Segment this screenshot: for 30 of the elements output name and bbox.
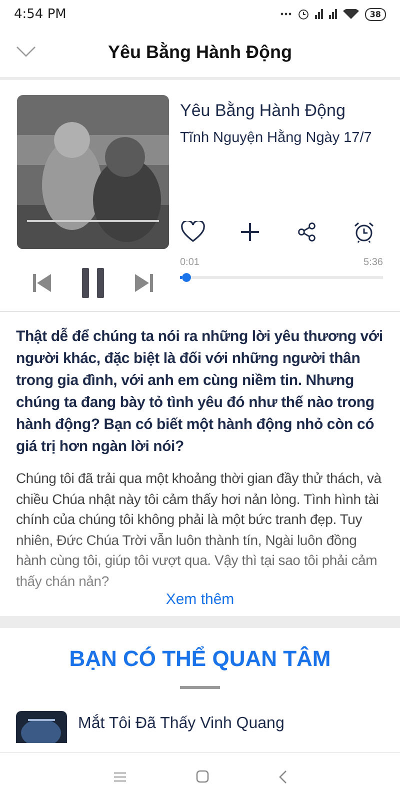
plus-icon bbox=[240, 222, 260, 242]
status-time: 4:54 PM bbox=[14, 6, 66, 22]
total-duration: 5:36 bbox=[364, 257, 383, 268]
track-subtitle: Tĩnh Nguyện Hằng Ngày 17/7 bbox=[180, 130, 373, 146]
section-heading: BẠN CÓ THỂ QUAN TÂM bbox=[69, 646, 331, 672]
description-lead: Thật dễ để chúng ta nói ra những lời yêu thương với người khác, đặc biệt là đối với những người thân trong gia đình, với anh em cùng niềm tin. Nhưng chúng ta đang bày tỏ tình yêu đó như thế nào trong hành động? Bạn có biết một hành động nhỏ còn có giá trị hơn ngàn lời nói? bbox=[16, 326, 384, 457]
progress-track[interactable] bbox=[180, 273, 383, 282]
signal-icon bbox=[328, 9, 337, 19]
description-body: Chúng tôi đã trải qua một khoảng thời gian đầy thử thách, và chiều Chúa nhật này tôi cảm thấy hơi nản lòng. Tình hình tài chính của chúng tôi không phải là một bức tranh đẹp. Tuy nhiên, Đức Chúa Trời vẫn luôn thành tín, Ngài luôn đồng hành cùng tôi, giúp tôi vượt qua. Vậy thì tại sao tôi phải cảm thấy chán nản? bbox=[16, 469, 382, 591]
menu-icon[interactable] bbox=[114, 772, 126, 782]
back-icon[interactable] bbox=[278, 770, 286, 784]
alarm-icon bbox=[298, 8, 309, 20]
collapse-chevron-icon[interactable] bbox=[16, 46, 36, 58]
pause-button[interactable] bbox=[79, 267, 107, 299]
wifi-icon bbox=[342, 9, 359, 19]
track-title: Yêu Bằng Hành Động bbox=[180, 101, 346, 121]
suggestion-title[interactable]: Mắt Tôi Đã Thấy Vinh Quang bbox=[78, 715, 284, 743]
elapsed-time: 0:01 bbox=[180, 257, 200, 268]
battery-level: 38 bbox=[364, 8, 386, 20]
see-more-link[interactable]: Xem thêm bbox=[166, 591, 234, 608]
more-notifications-icon bbox=[280, 12, 292, 16]
skip-previous-icon bbox=[32, 273, 52, 293]
pause-icon bbox=[82, 268, 104, 298]
alarm-clock-icon bbox=[353, 221, 375, 243]
skip-next-icon bbox=[134, 273, 154, 293]
progress-thumb[interactable] bbox=[182, 273, 191, 282]
share-icon bbox=[297, 222, 317, 242]
page-title: Yêu Bằng Hành Động bbox=[108, 42, 292, 63]
home-icon[interactable] bbox=[196, 770, 208, 783]
signal-icon bbox=[314, 9, 323, 19]
